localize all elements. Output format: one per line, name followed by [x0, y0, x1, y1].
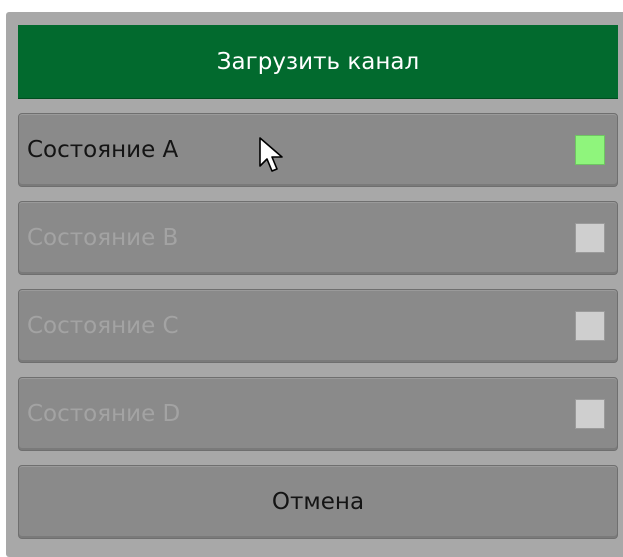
state-a-button[interactable]: Состояние A [18, 113, 618, 187]
cancel-button[interactable]: Отмена [18, 465, 618, 539]
state-a-indicator [575, 135, 605, 165]
state-c-button[interactable]: Состояние C [18, 289, 618, 363]
state-c-indicator [575, 311, 605, 341]
mouse-pointer-icon [259, 137, 283, 172]
cancel-label: Отмена [271, 489, 365, 515]
state-a-label: Состояние A [27, 137, 179, 163]
load-channel-button[interactable]: Загрузить канал [18, 25, 618, 99]
load-channel-label: Загрузить канал [216, 48, 420, 75]
state-c-label: Состояние C [27, 313, 179, 339]
state-d-indicator [575, 399, 605, 429]
state-b-button[interactable]: Состояние B [18, 201, 618, 275]
state-b-indicator [575, 223, 605, 253]
state-b-label: Состояние B [27, 225, 179, 251]
state-d-label: Состояние D [27, 401, 181, 427]
state-d-button[interactable]: Состояние D [18, 377, 618, 451]
